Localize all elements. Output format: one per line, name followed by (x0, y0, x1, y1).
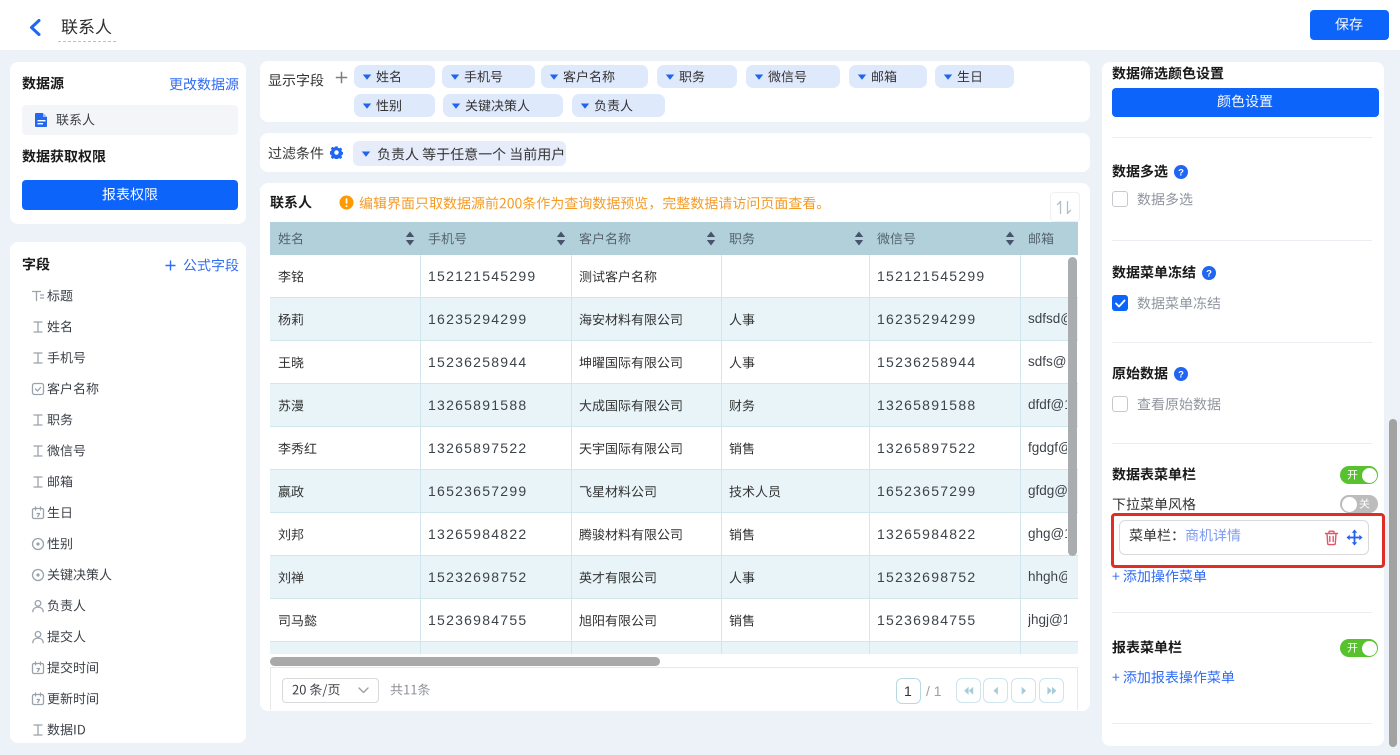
svg-text:?: ? (1178, 167, 1184, 178)
svg-text:?: ? (1178, 369, 1184, 380)
svg-text:?: ? (1206, 268, 1212, 279)
